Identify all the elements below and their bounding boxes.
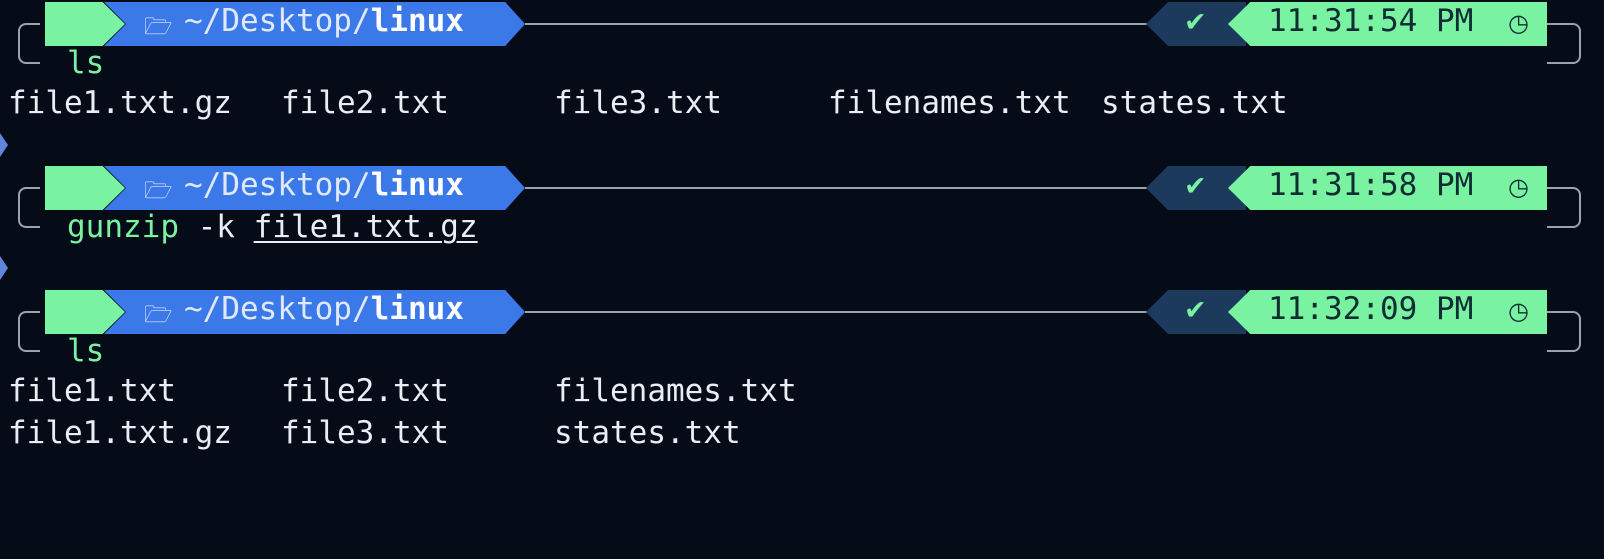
clock-icon: ◷ (1508, 173, 1529, 201)
path-current-dir: linux (370, 167, 464, 203)
list-item: file2.txt (281, 373, 449, 409)
prompt-block-3: 🗁 ~/Desktop/linux ✔ 11:32:09 PM ◷ ls (0, 288, 1604, 398)
prompt-bracket-right (1547, 311, 1581, 352)
prompt-bracket-right (1547, 187, 1581, 228)
path-prefix: ~/Desktop/ (184, 291, 371, 327)
prompt-block-1: 🗁 ~/Desktop/linux ✔ 11:31:54 PM ◷ ls (0, 0, 1604, 110)
command-line[interactable]: ls (67, 333, 104, 369)
path-segment: 🗁 ~/Desktop/linux (104, 166, 525, 210)
clock-icon: ◷ (1508, 9, 1529, 37)
prompt-bracket-left (18, 187, 40, 228)
path-text: ~/Desktop/linux (184, 167, 464, 203)
command-line[interactable]: ls (67, 45, 104, 81)
time-segment: 11:31:58 PM ◷ (1228, 166, 1547, 210)
check-icon: ✔ (1184, 295, 1207, 326)
prompt-bracket-left (18, 23, 40, 64)
folder-open-icon: 🗁 (144, 14, 173, 40)
list-item: states.txt (554, 415, 741, 451)
prompt-time: 11:32:09 PM (1268, 291, 1474, 327)
list-item: file1.txt.gz (8, 85, 232, 121)
command-line[interactable]: gunzip -k file1.txt.gz (67, 209, 478, 245)
folder-open-icon: 🗁 (144, 302, 173, 328)
prompt-bracket-right (1547, 23, 1581, 64)
check-icon: ✔ (1184, 171, 1207, 202)
path-current-dir: linux (370, 3, 464, 39)
ls-output-row: file1.txt.gz file3.txt states.txt (8, 415, 741, 455)
prompt-filler-line (525, 23, 1150, 25)
path-current-dir: linux (370, 291, 464, 327)
list-item: filenames.txt (828, 85, 1071, 121)
check-icon: ✔ (1184, 7, 1207, 38)
command-name: ls (67, 333, 105, 369)
path-prefix: ~/Desktop/ (184, 3, 371, 39)
clock-icon: ◷ (1508, 297, 1529, 325)
prompt-block-2: 🗁 ~/Desktop/linux ✔ 11:31:58 PM ◷ gunzip… (0, 164, 1604, 274)
command-name: ls (67, 45, 105, 81)
prompt-filler-line (525, 311, 1150, 313)
folder-open-icon: 🗁 (144, 178, 173, 204)
path-text: ~/Desktop/linux (184, 291, 464, 327)
time-segment: 11:31:54 PM ◷ (1228, 2, 1547, 46)
path-text: ~/Desktop/linux (184, 3, 464, 39)
list-item: file2.txt (281, 85, 449, 121)
list-item: file1.txt.gz (8, 415, 232, 451)
prompt-filler-line (525, 187, 1150, 189)
time-segment: 11:32:09 PM ◷ (1228, 290, 1547, 334)
prompt-bracket-left (18, 311, 40, 352)
command-flag: -k (178, 209, 254, 245)
list-item: filenames.txt (554, 373, 797, 409)
command-name: gunzip (67, 209, 179, 245)
ls-output-row: file1.txt file2.txt filenames.txt (8, 373, 797, 413)
edge-marker (0, 133, 8, 157)
path-segment: 🗁 ~/Desktop/linux (104, 2, 525, 46)
path-prefix: ~/Desktop/ (184, 167, 371, 203)
list-item: states.txt (1101, 85, 1288, 121)
list-item: file1.txt (8, 373, 176, 409)
ls-output-row: file1.txt.gz file2.txt file3.txt filenam… (8, 85, 1288, 125)
list-item: file3.txt (554, 85, 722, 121)
list-item: file3.txt (281, 415, 449, 451)
prompt-time: 11:31:54 PM (1268, 3, 1474, 39)
path-segment: 🗁 ~/Desktop/linux (104, 290, 525, 334)
prompt-time: 11:31:58 PM (1268, 167, 1474, 203)
command-file-arg: file1.txt.gz (253, 209, 478, 245)
